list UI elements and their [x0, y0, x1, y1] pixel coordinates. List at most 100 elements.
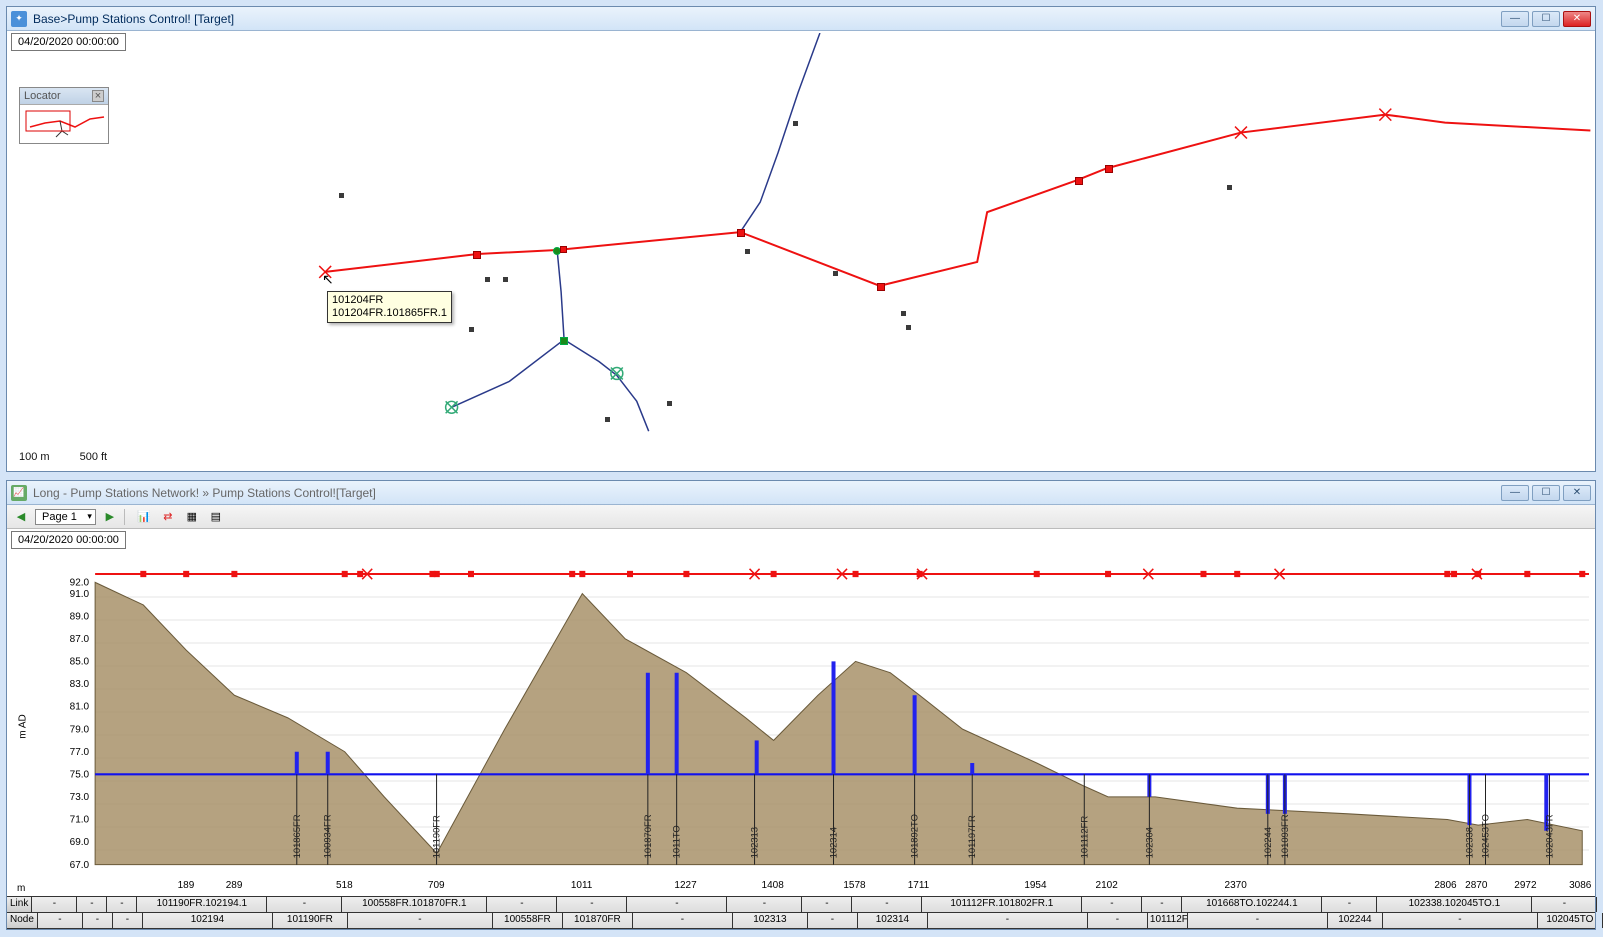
- link-cell[interactable]: -: [107, 897, 137, 912]
- link-button[interactable]: ⇄: [158, 508, 178, 526]
- node-cell[interactable]: -: [808, 913, 858, 928]
- link-cell[interactable]: 101190FR.102194.1: [137, 897, 267, 912]
- link-cell[interactable]: 101668TO.102244.1: [1182, 897, 1322, 912]
- network-node[interactable]: [1075, 177, 1083, 185]
- link-cell[interactable]: -: [77, 897, 107, 912]
- profile-chart[interactable]: 67.069.071.073.075.077.079.081.083.085.0…: [7, 551, 1595, 896]
- link-cell[interactable]: -: [1142, 897, 1182, 912]
- node-cell[interactable]: 102244: [1328, 913, 1383, 928]
- node-cell[interactable]: -: [83, 913, 113, 928]
- node-cell[interactable]: 102314: [858, 913, 928, 928]
- prev-page-button[interactable]: ◀: [11, 508, 31, 526]
- svg-text:101112FR: 101112FR: [1079, 816, 1089, 859]
- node-cell[interactable]: -: [1383, 913, 1538, 928]
- svg-text:102338: 102338: [1465, 827, 1475, 858]
- svg-text:77.0: 77.0: [70, 747, 90, 758]
- network-node[interactable]: [560, 337, 568, 345]
- node-cell[interactable]: 102045TO: [1538, 913, 1603, 928]
- locator-panel[interactable]: Locator ×: [19, 87, 109, 144]
- link-cell[interactable]: 102338.102045TO.1: [1377, 897, 1532, 912]
- link-cell[interactable]: -: [627, 897, 727, 912]
- locator-title: Locator: [24, 90, 61, 102]
- svg-text:101197FR: 101197FR: [967, 815, 977, 859]
- node-cell[interactable]: 102194: [143, 913, 273, 928]
- svg-text:102304: 102304: [1145, 827, 1155, 858]
- yaxis-label: m AD: [18, 714, 29, 738]
- node-cell[interactable]: -: [633, 913, 733, 928]
- network-node[interactable]: [1105, 165, 1113, 173]
- link-cell[interactable]: -: [32, 897, 77, 912]
- node-cell[interactable]: -: [1188, 913, 1328, 928]
- locator-close-icon[interactable]: ×: [92, 90, 104, 102]
- page-selector[interactable]: Page 1: [35, 509, 96, 525]
- x-axis: 1892895187091011122714081578171119542102…: [7, 880, 1595, 896]
- svg-text:101865FR: 101865FR: [292, 814, 302, 858]
- link-cell[interactable]: -: [487, 897, 557, 912]
- network-node[interactable]: [560, 246, 567, 253]
- link-cell[interactable]: -: [802, 897, 852, 912]
- map-datetime[interactable]: 04/20/2020 00:00:00: [11, 33, 126, 51]
- node-cell[interactable]: 102313: [733, 913, 808, 928]
- svg-text:101190FR: 101190FR: [432, 815, 442, 859]
- svg-text:73.0: 73.0: [70, 792, 90, 803]
- link-cell[interactable]: -: [1082, 897, 1142, 912]
- tooltip-line1: 101204FR: [332, 294, 447, 307]
- node-cell[interactable]: -: [38, 913, 83, 928]
- link-cell[interactable]: -: [1322, 897, 1377, 912]
- locator-thumbnail: [20, 105, 108, 143]
- node-cell[interactable]: 101190FR: [273, 913, 348, 928]
- link-cell[interactable]: -: [727, 897, 802, 912]
- node-row: Node ---102194101190FR-100558FR101870FR-…: [7, 913, 1595, 929]
- link-cell[interactable]: -: [852, 897, 922, 912]
- profile-window: 📈 Long - Pump Stations Network! » Pump S…: [6, 480, 1596, 930]
- svg-text:81.0: 81.0: [70, 702, 90, 713]
- map-titlebar[interactable]: ✦ Base>Pump Stations Control! [Target] —…: [7, 7, 1595, 31]
- link-cell[interactable]: -: [267, 897, 342, 912]
- node-cell[interactable]: -: [113, 913, 143, 928]
- profile-toolbar: ◀ Page 1 ▶ 📊 ⇄ ▦ ▤: [7, 505, 1595, 529]
- link-row: Link ---101190FR.102194.1-100558FR.10187…: [7, 897, 1595, 913]
- close-button[interactable]: ✕: [1563, 485, 1591, 501]
- svg-text:87.0: 87.0: [70, 634, 90, 645]
- maximize-button[interactable]: ☐: [1532, 11, 1560, 27]
- network-node[interactable]: [877, 283, 885, 291]
- map-point: [1227, 185, 1232, 190]
- map-point: [485, 277, 490, 282]
- node-cell[interactable]: 101870FR: [563, 913, 633, 928]
- node-cell[interactable]: -: [928, 913, 1088, 928]
- link-cell[interactable]: 101112FR.101802FR.1: [922, 897, 1082, 912]
- next-page-button[interactable]: ▶: [100, 508, 120, 526]
- node-cell[interactable]: 100558FR: [493, 913, 563, 928]
- node-cell[interactable]: 101112FR: [1148, 913, 1188, 928]
- minimize-button[interactable]: —: [1501, 11, 1529, 27]
- grid-button[interactable]: ▦: [182, 508, 202, 526]
- map-window-title: Base>Pump Stations Control! [Target]: [33, 12, 1501, 26]
- node-cell[interactable]: -: [348, 913, 493, 928]
- map-canvas[interactable]: ↖ 101204FR 101204FR.101865FR.1 Locator ×…: [9, 33, 1593, 469]
- scale-m: 100 m: [19, 451, 50, 463]
- minimize-button[interactable]: —: [1501, 485, 1529, 501]
- link-cell[interactable]: -: [557, 897, 627, 912]
- svg-text:85.0: 85.0: [70, 656, 90, 667]
- svg-text:79.0: 79.0: [70, 724, 90, 735]
- svg-text:100934FR: 100934FR: [323, 814, 333, 858]
- network-svg: [9, 33, 1593, 469]
- link-cell[interactable]: -: [1597, 897, 1603, 912]
- maximize-button[interactable]: ☐: [1532, 485, 1560, 501]
- svg-text:71.0: 71.0: [70, 814, 90, 825]
- network-node[interactable]: [737, 229, 745, 237]
- node-cell[interactable]: -: [1088, 913, 1148, 928]
- close-button[interactable]: ✕: [1563, 11, 1591, 27]
- map-point: [469, 327, 474, 332]
- scale-bar: 100 m 500 ft: [19, 451, 107, 463]
- node-header: Node: [7, 913, 38, 928]
- link-cell[interactable]: 100558FR.101870FR.1: [342, 897, 487, 912]
- network-node[interactable]: [473, 251, 481, 259]
- map-point: [503, 277, 508, 282]
- profile-datetime[interactable]: 04/20/2020 00:00:00: [11, 531, 126, 549]
- profile-titlebar[interactable]: 📈 Long - Pump Stations Network! » Pump S…: [7, 481, 1595, 505]
- locator-body[interactable]: [20, 105, 108, 143]
- settings-button[interactable]: ▤: [206, 508, 226, 526]
- link-cell[interactable]: -: [1532, 897, 1597, 912]
- chart-style-button[interactable]: 📊: [134, 508, 154, 526]
